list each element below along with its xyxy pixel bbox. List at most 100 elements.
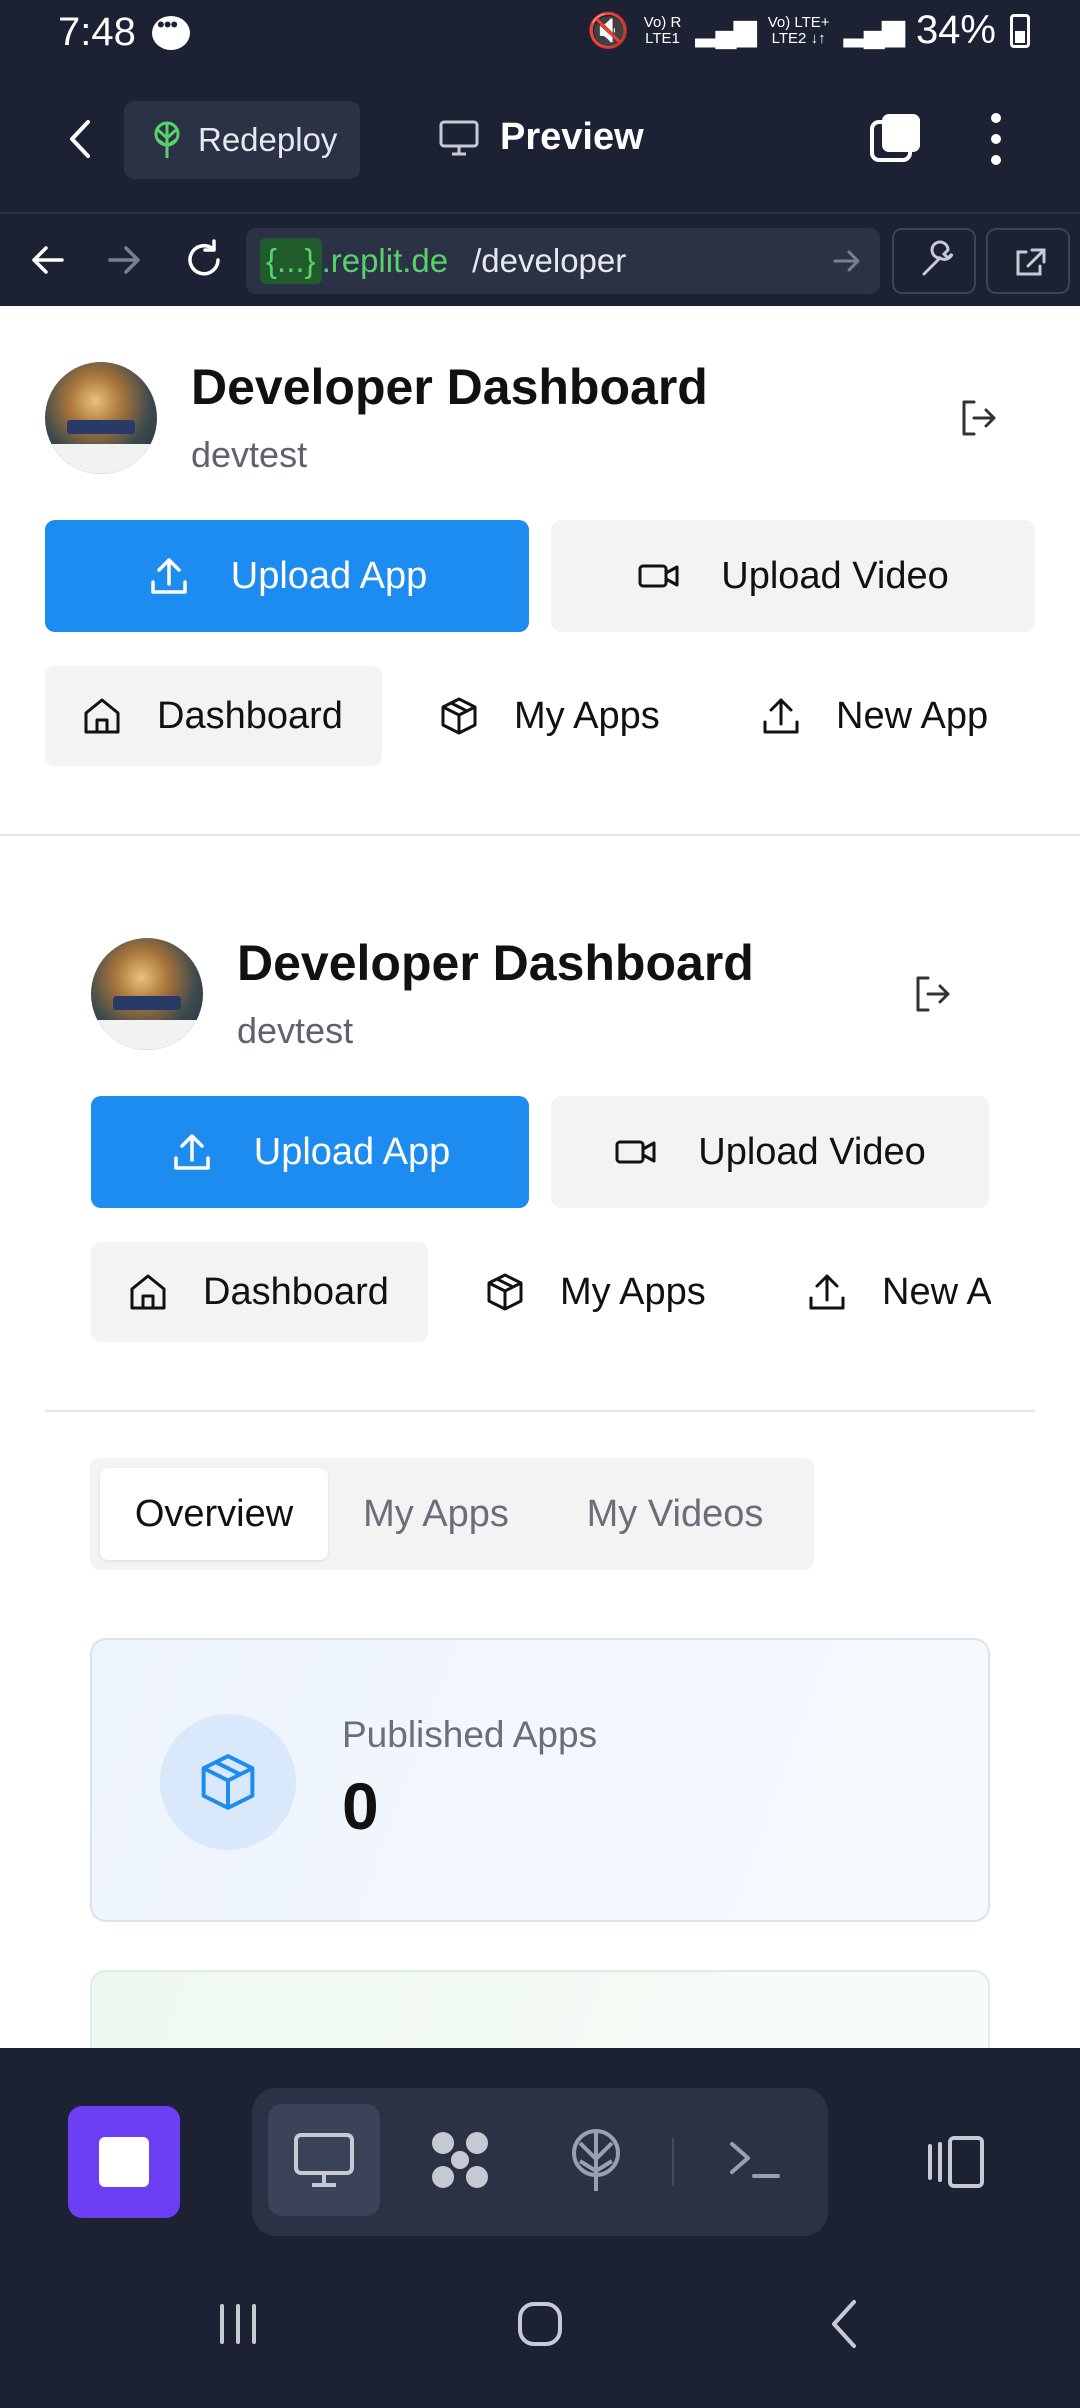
upload-video-label: Upload Video bbox=[721, 554, 949, 597]
nav-dashboard-label: Dashboard bbox=[203, 1270, 389, 1313]
stat-icon-wrap bbox=[160, 1714, 296, 1850]
layout-toggle-icon[interactable] bbox=[924, 2134, 988, 2190]
mute-icon: 🔇 bbox=[587, 11, 630, 50]
tabs-icon[interactable] bbox=[868, 110, 924, 166]
open-external-button[interactable] bbox=[986, 228, 1070, 294]
redeploy-button[interactable]: Redeploy bbox=[124, 101, 360, 179]
home-button-icon[interactable] bbox=[510, 2294, 570, 2354]
more-options-icon[interactable] bbox=[986, 110, 1006, 168]
nav-my-apps[interactable]: My Apps bbox=[402, 666, 672, 766]
nav-new-app[interactable]: New App bbox=[770, 1242, 991, 1342]
tab-my-videos[interactable]: My Videos bbox=[546, 1468, 804, 1560]
url-bar: {...} .replit.de /developer bbox=[0, 212, 1080, 306]
agent-icon bbox=[432, 2132, 488, 2188]
network-lte1-icon: Vo) R LTE1 bbox=[643, 13, 682, 47]
battery-percent: 34% bbox=[915, 8, 996, 52]
deploy-icon bbox=[572, 2129, 620, 2191]
username: devtest bbox=[191, 434, 308, 475]
terminal-icon bbox=[730, 2142, 780, 2178]
signal-bars-icon: ▂▄▆ bbox=[843, 14, 905, 47]
deploy-tool-button[interactable] bbox=[540, 2104, 652, 2216]
logout-icon[interactable] bbox=[956, 396, 1000, 440]
stop-icon bbox=[99, 2137, 149, 2187]
preview-tab[interactable]: Preview bbox=[438, 116, 644, 159]
preview-label: Preview bbox=[500, 116, 644, 158]
upload-icon bbox=[151, 558, 187, 594]
nav-dashboard[interactable]: Dashboard bbox=[45, 666, 382, 766]
section-divider bbox=[45, 1410, 1035, 1412]
back-chevron-icon[interactable] bbox=[62, 116, 98, 162]
nav-my-apps-label: My Apps bbox=[514, 694, 660, 737]
preview-tool-button[interactable] bbox=[268, 2104, 380, 2216]
url-badge: {...} bbox=[260, 238, 322, 284]
home-icon bbox=[130, 1274, 166, 1310]
tool-separator bbox=[672, 2138, 674, 2186]
video-camera-icon bbox=[615, 1140, 656, 1164]
reload-icon[interactable] bbox=[182, 238, 226, 282]
stat-card-partial bbox=[90, 1970, 990, 2048]
tab-overview[interactable]: Overview bbox=[100, 1468, 328, 1560]
upload-icon bbox=[809, 1274, 845, 1310]
upload-app-button[interactable]: Upload App bbox=[91, 1096, 529, 1208]
url-path: /developer bbox=[472, 242, 627, 279]
nav-my-apps[interactable]: My Apps bbox=[448, 1242, 718, 1342]
upload-video-label: Upload Video bbox=[698, 1130, 926, 1173]
replit-top-bar: Redeploy Preview bbox=[0, 66, 1080, 212]
go-arrow-icon[interactable] bbox=[832, 248, 862, 274]
deploy-icon bbox=[154, 121, 180, 158]
url-input[interactable]: {...} .replit.de /developer bbox=[246, 228, 880, 294]
system-nav-bar bbox=[0, 2244, 1080, 2408]
browser-back-icon[interactable] bbox=[26, 238, 70, 282]
upload-app-button[interactable]: Upload App bbox=[45, 520, 529, 632]
signal-bars-icon: ▂▄▆ bbox=[695, 14, 756, 47]
published-apps-card: Published Apps 0 bbox=[90, 1638, 990, 1922]
shell-tool-button[interactable] bbox=[698, 2104, 810, 2216]
wrench-icon bbox=[922, 240, 954, 276]
dashboard-tabs: Overview My Apps My Videos bbox=[90, 1458, 814, 1570]
home-icon bbox=[84, 698, 120, 734]
nav-scroller[interactable]: Dashboard My Apps New App bbox=[91, 1242, 991, 1342]
status-icons: 🔇 Vo) R LTE1 ▂▄▆ Vo) LTE+ LTE2 ↓↑ ▂▄▆ 34% bbox=[587, 8, 1030, 53]
url-host: .replit.de bbox=[321, 242, 449, 279]
nav-new-app[interactable]: New App bbox=[724, 666, 1054, 766]
section-divider bbox=[0, 834, 1080, 836]
devtools-button[interactable] bbox=[892, 228, 976, 294]
tab-my-apps[interactable]: My Apps bbox=[336, 1468, 536, 1560]
status-bar: 7:48 🔇 Vo) RLTE1 ▂▄▆ Vo) LTE+LTE2 ↓↑ ▂▄▆… bbox=[0, 0, 1080, 66]
video-camera-icon bbox=[638, 564, 679, 588]
redeploy-label: Redeploy bbox=[198, 121, 338, 158]
logout-icon[interactable] bbox=[910, 972, 954, 1016]
upload-icon bbox=[763, 698, 799, 734]
replit-bottom-bar bbox=[0, 2048, 1080, 2262]
avatar bbox=[45, 362, 157, 474]
battery-icon bbox=[1010, 13, 1030, 48]
network-lte2-icon: Vo) LTE+ LTE2 ↓↑ bbox=[767, 13, 830, 47]
web-content: Developer Dashboard devtest Upload App U… bbox=[0, 306, 1080, 2048]
upload-app-label: Upload App bbox=[230, 554, 428, 597]
stop-button[interactable] bbox=[68, 2106, 180, 2218]
page-title: Developer Dashboard bbox=[237, 935, 754, 991]
external-link-icon bbox=[1016, 248, 1046, 276]
upload-video-button[interactable]: Upload Video bbox=[551, 520, 1035, 632]
box-icon bbox=[487, 1273, 523, 1311]
tool-switcher bbox=[252, 2088, 828, 2236]
upload-app-label: Upload App bbox=[253, 1130, 451, 1173]
username: devtest bbox=[237, 1010, 354, 1051]
recent-apps-icon[interactable] bbox=[208, 2294, 268, 2354]
page-title: Developer Dashboard bbox=[191, 359, 708, 415]
published-apps-value: 0 bbox=[342, 1769, 379, 1843]
monitor-icon bbox=[439, 120, 479, 155]
upload-icon bbox=[174, 1134, 210, 1170]
system-back-icon[interactable] bbox=[816, 2294, 876, 2354]
published-apps-label: Published Apps bbox=[342, 1714, 598, 1755]
browser-forward-icon[interactable] bbox=[102, 238, 146, 282]
nav-dashboard-label: Dashboard bbox=[157, 694, 343, 737]
box-icon bbox=[201, 1754, 255, 1810]
nav-my-apps-label: My Apps bbox=[560, 1270, 706, 1313]
nav-dashboard[interactable]: Dashboard bbox=[91, 1242, 428, 1342]
nav-new-app-label: New App bbox=[882, 1270, 991, 1313]
monitor-icon bbox=[294, 2133, 354, 2187]
upload-video-button[interactable]: Upload Video bbox=[551, 1096, 989, 1208]
box-icon bbox=[441, 697, 477, 735]
agent-tool-button[interactable] bbox=[404, 2104, 516, 2216]
